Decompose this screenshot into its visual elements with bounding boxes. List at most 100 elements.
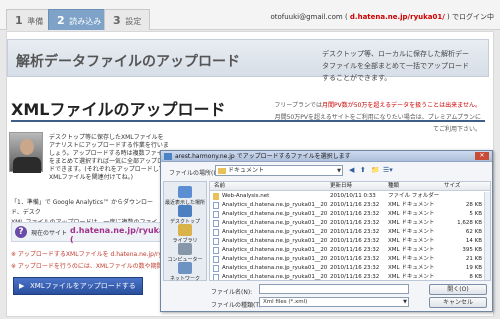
new-folder-icon[interactable]: 📁 xyxy=(371,166,380,175)
section-title: XMLファイルのアップロード xyxy=(11,100,226,119)
vertical-scrollbar[interactable] xyxy=(484,192,490,280)
column-date[interactable]: 更新日時 xyxy=(330,182,380,191)
column-name[interactable]: 名前 xyxy=(214,182,324,191)
arrow-icon: ▶ xyxy=(19,282,25,290)
file-name-input[interactable] xyxy=(259,284,409,294)
look-in-select[interactable]: ドキュメント ▼ xyxy=(215,165,343,176)
file-date: 2010/11/16 23:32 xyxy=(330,229,380,235)
file-row[interactable]: Analytics_d.hatena.ne.jp_ryuka01__201010… xyxy=(210,237,490,246)
step-label: 設定 xyxy=(125,17,142,26)
file-row[interactable]: Analytics_d.hatena.ne.jp_ryuka01__201010… xyxy=(210,246,490,255)
file-size: 19 KB xyxy=(465,265,482,271)
look-in-label: ファイルの場所(I): xyxy=(169,170,220,177)
place-libraries[interactable]: ライブラリ xyxy=(164,224,206,244)
current-site-box: ? 現在のサイト d.hatena.ne.jp/ryuka01/ ( xyxy=(11,222,178,244)
plan-note-prefix: フリープランでは xyxy=(274,102,322,109)
avatar-body xyxy=(13,157,41,173)
step-number: 1 xyxy=(15,14,23,27)
file-size: 21 KB xyxy=(465,256,482,262)
xml-file-icon xyxy=(213,220,219,227)
place-desktop[interactable]: デスクトップ xyxy=(164,205,206,225)
file-name: Analytics_d.hatena.ne.jp_ryuka01__201010… xyxy=(222,274,328,280)
user-blog[interactable]: d.hatena.ne.jp/ryuka01/ xyxy=(350,13,445,21)
place-recent[interactable]: 最近表示した場所 xyxy=(164,186,206,206)
top-bar: 1 準備 2 読み込み 3 設定 otofuuki@gmail.com ( d.… xyxy=(0,0,500,30)
file-type: XML ドキュメント xyxy=(388,229,435,235)
file-date: 2010/11/16 23:32 xyxy=(330,256,380,262)
file-type: XML ドキュメント xyxy=(388,211,435,217)
xml-file-icon xyxy=(213,256,219,263)
column-type[interactable]: 種類 xyxy=(388,182,440,191)
file-date: 2010/10/11 0:33 xyxy=(330,193,376,199)
page-description: デスクトップ等、ローカルに保存した解析データファイルを全部まとめて一括でアップロ… xyxy=(322,50,469,82)
file-row[interactable]: Analytics_d.hatena.ne.jp_ryuka01__201010… xyxy=(210,264,490,273)
file-row[interactable]: Analytics_d.hatena.ne.jp_ryuka01__201010… xyxy=(210,219,490,228)
file-size: 28 KB xyxy=(465,202,482,208)
recent-places-icon xyxy=(178,186,192,198)
file-date: 2010/11/16 23:32 xyxy=(330,211,380,217)
place-computer[interactable]: コンピューター xyxy=(164,243,206,263)
cancel-button[interactable]: キャンセル xyxy=(429,297,487,308)
xml-file-icon xyxy=(213,202,219,209)
file-size: 62 KB xyxy=(465,229,482,235)
file-size: 395 KB xyxy=(462,247,482,253)
close-button[interactable]: ✕ xyxy=(475,152,489,160)
file-date: 2010/11/16 23:32 xyxy=(330,202,380,208)
file-name-label: ファイル名(N): xyxy=(211,289,253,296)
user-email: otofuuki@gmail.com xyxy=(270,13,343,21)
file-size: 8 KB xyxy=(469,274,482,280)
file-row[interactable]: Analytics_d.hatena.ne.jp_ryuka01__201010… xyxy=(210,201,490,210)
plan-note-suffix: 月間50万PVを超えるサイトをご利用になりたい場合は、プレミアムプランにてご利用… xyxy=(274,114,481,133)
chevron-down-icon: ▼ xyxy=(403,299,407,305)
column-size[interactable]: サイズ xyxy=(444,182,482,191)
dialog-title: arest.harmony.ne.jp でアップロードするファイルを選択します xyxy=(175,153,351,160)
question-icon: ? xyxy=(15,226,27,238)
upload-button-label: XMLファイルをアップロードする xyxy=(30,282,136,290)
folder-row[interactable]: Web-Analysis.net 2010/10/11 0:33 ファイル フォルダ… xyxy=(210,192,490,201)
step-settings[interactable]: 3 設定 xyxy=(104,9,151,30)
folder-icon xyxy=(218,168,226,174)
back-icon[interactable]: ◀ xyxy=(349,166,354,175)
file-row[interactable]: Analytics_d.hatena.ne.jp_ryuka01__201010… xyxy=(210,273,490,280)
file-date: 2010/11/16 23:32 xyxy=(330,247,380,253)
file-type-value: Xml files (*.xml) xyxy=(263,299,308,305)
warning-line: ※ アップロードを行うのには、XMLファイルの数や期間範囲に xyxy=(11,263,181,270)
file-row[interactable]: Analytics_d.hatena.ne.jp_ryuka01__201010… xyxy=(210,228,490,237)
desktop-icon xyxy=(178,205,192,217)
upload-xml-button[interactable]: ▶ XMLファイルをアップロードする xyxy=(13,277,143,295)
plan-note-warning: 月間PV数が50万を超えるデータを扱うことは出来ません。 xyxy=(322,102,481,109)
file-name: Analytics_d.hatena.ne.jp_ryuka01__201010… xyxy=(222,202,328,208)
xml-file-icon xyxy=(213,211,219,218)
section-divider xyxy=(11,120,485,122)
file-type: XML ドキュメント xyxy=(388,265,435,271)
plan-note: フリープランでは月間PV数が50万を超えるデータを扱うことは出来ません。月間50… xyxy=(271,100,481,136)
place-network[interactable]: ネットワーク xyxy=(164,262,206,282)
page-title: 解析データファイルのアップロード xyxy=(16,54,240,70)
dialog-titlebar: arest.harmony.ne.jp でアップロードするファイルを選択します … xyxy=(161,151,492,162)
file-size: 5 KB xyxy=(469,211,482,217)
file-row[interactable]: Analytics_d.hatena.ne.jp_ryuka01__201010… xyxy=(210,255,490,264)
file-row[interactable]: Analytics_d.hatena.ne.jp_ryuka01__201010… xyxy=(210,210,490,219)
file-name: Analytics_d.hatena.ne.jp_ryuka01__201010… xyxy=(222,265,328,271)
file-name: Analytics_d.hatena.ne.jp_ryuka01__201010… xyxy=(222,229,328,235)
computer-icon xyxy=(178,243,192,255)
file-type: ファイル フォルダー xyxy=(388,193,440,199)
step-prepare[interactable]: 1 準備 xyxy=(6,9,53,30)
file-list: 名前 更新日時 種類 サイズ Web-Analysis.net 2010/10/1… xyxy=(209,181,491,281)
open-button[interactable]: 開く(O) xyxy=(429,284,487,295)
file-name: Analytics_d.hatena.ne.jp_ryuka01__201010… xyxy=(222,256,328,262)
xml-file-icon xyxy=(213,274,219,280)
file-name: Analytics_d.hatena.ne.jp_ryuka01__201010… xyxy=(222,247,328,253)
step-number: 2 xyxy=(57,14,65,27)
network-icon xyxy=(178,262,192,274)
view-menu-icon[interactable]: ☰▾ xyxy=(383,166,393,175)
file-type: XML ドキュメント xyxy=(388,202,435,208)
file-name: Web-Analysis.net xyxy=(222,193,270,199)
place-label: ネットワーク xyxy=(169,276,200,282)
step-upload[interactable]: 2 読み込み xyxy=(48,9,111,30)
up-folder-icon[interactable]: ⬆ xyxy=(360,166,366,175)
file-name: Analytics_d.hatena.ne.jp_ryuka01__201010… xyxy=(222,211,328,217)
step-label: 準備 xyxy=(27,17,44,26)
file-type-label: ファイルの種類(T): xyxy=(211,302,264,309)
file-type-select[interactable]: Xml files (*.xml) ▼ xyxy=(259,297,409,307)
